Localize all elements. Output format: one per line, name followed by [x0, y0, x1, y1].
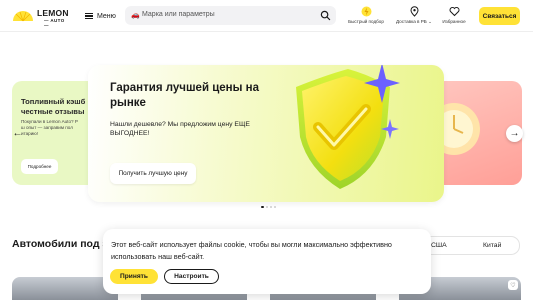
filter-china[interactable]: Китай	[483, 242, 501, 249]
carousel-pagination	[261, 206, 276, 208]
top-header: LEMON — AUTO — Меню 🚗 Марка или параметр…	[0, 0, 533, 32]
search-icon[interactable]	[320, 10, 331, 21]
logo-text: LEMON	[37, 8, 69, 18]
carousel-dot[interactable]	[270, 206, 272, 208]
shield-check-icon	[296, 65, 400, 189]
search-input[interactable]: 🚗 Марка или параметры	[125, 6, 336, 25]
cookie-configure-button[interactable]: Настроить	[164, 269, 219, 284]
nav-delivery[interactable]: Доставка в РБ ⌄	[393, 6, 435, 26]
nav-favorites-label: Избранное	[442, 19, 466, 24]
menu-button[interactable]: Меню	[79, 7, 122, 25]
lemon-logo-icon	[13, 11, 33, 22]
cookie-banner: Этот веб-сайт использует файлы cookie, ч…	[103, 229, 431, 294]
logo-subtext: — AUTO —	[44, 18, 65, 28]
promo-carousel: Топливный кэшб честные отзывы Покупали в…	[0, 60, 533, 210]
filter-usa[interactable]: США	[431, 242, 447, 249]
carousel-next-button[interactable]: →	[506, 125, 523, 142]
lightning-icon	[361, 6, 371, 17]
best-price-title: Гарантия лучшей цены на рынке	[110, 82, 259, 109]
cookie-accept-button[interactable]: Принять	[110, 269, 158, 284]
menu-label: Меню	[97, 12, 116, 20]
nav-quick-select[interactable]: Быстрый подбор	[346, 6, 386, 26]
carousel-dot[interactable]	[274, 206, 276, 208]
chevron-down-icon: ⌄	[428, 19, 432, 24]
cookie-text: Этот веб-сайт использует файлы cookie, ч…	[111, 240, 392, 261]
car-icon: 🚗	[131, 12, 140, 19]
cashback-text: Покупали в Lemon Auto? Р ш опыт — заправ…	[21, 119, 78, 136]
carousel-prev-button[interactable]: ←	[9, 125, 26, 142]
nav-delivery-label: Доставка в РБ	[396, 19, 427, 24]
favorite-heart-icon[interactable]: ♡	[508, 280, 518, 290]
promo-card-best-price[interactable]: Гарантия лучшей цены на рынке Нашли деше…	[88, 65, 444, 202]
cashback-more-button[interactable]: Подробнее	[21, 159, 58, 174]
country-filter: США Китай	[420, 236, 520, 255]
logo[interactable]: LEMON — AUTO —	[12, 8, 69, 28]
get-best-price-button[interactable]: Получить лучшую цену	[110, 163, 196, 184]
hamburger-icon	[85, 13, 93, 19]
nav-favorites[interactable]: Избранное	[442, 6, 466, 26]
best-price-description: Нашли дешевле? Мы предложим цену ЕЩЕ ВЫГ…	[110, 121, 250, 137]
heart-icon	[449, 7, 459, 17]
location-pin-icon	[409, 6, 419, 17]
search-placeholder: Марка или параметры	[142, 11, 215, 18]
carousel-dot[interactable]	[266, 206, 268, 208]
section-title: Автомобили под за	[12, 238, 114, 250]
carousel-dot[interactable]	[261, 206, 264, 208]
cashback-title: Топливный кэшб честные отзывы	[21, 97, 86, 116]
contact-button[interactable]: Связаться	[479, 7, 520, 25]
nav-quick-select-label: Быстрый подбор	[348, 19, 384, 24]
